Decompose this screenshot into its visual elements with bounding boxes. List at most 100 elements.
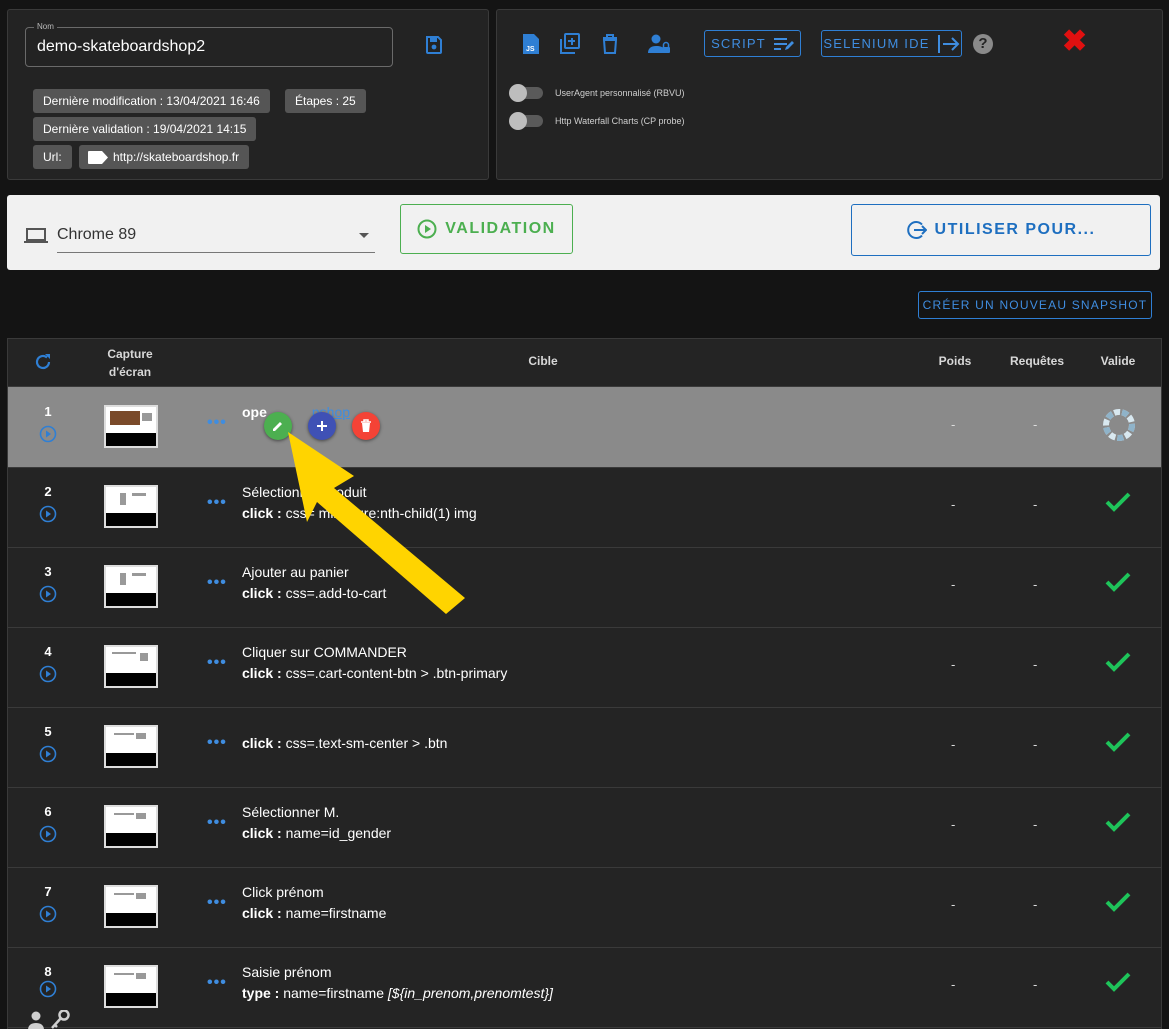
screenshot-thumbnail[interactable] <box>104 805 158 848</box>
screenshot-thumbnail[interactable] <box>104 485 158 528</box>
step-number: 8 <box>44 964 52 979</box>
delete-icon[interactable] <box>601 33 619 60</box>
step-number: 2 <box>44 484 52 499</box>
use-for-button[interactable]: UTILISER POUR... <box>851 204 1151 256</box>
edit-step-button[interactable] <box>264 412 292 440</box>
url-value: http://skateboardshop.fr <box>113 150 240 164</box>
requests-value: - <box>1033 657 1038 672</box>
screenshot-thumbnail[interactable] <box>104 645 158 688</box>
duplicate-icon[interactable] <box>559 33 581 60</box>
play-circle-icon[interactable] <box>39 585 57 608</box>
table-row[interactable]: 2 ••• Sélectionner produit click : css= … <box>8 467 1161 548</box>
toggle-knob <box>509 84 527 102</box>
screenshot-header-line1: Capture <box>107 347 153 361</box>
play-circle-icon[interactable] <box>39 505 57 528</box>
table-row[interactable]: 1 ••• ope nshop - - <box>8 387 1161 468</box>
step-command: click : css=.cart-content-btn > .btn-pri… <box>242 665 507 681</box>
play-circle-icon[interactable] <box>39 665 57 688</box>
script-button[interactable]: SCRIPT <box>704 30 801 57</box>
screenshot-header-line2: d'écran <box>108 365 152 379</box>
export-arrow-icon <box>937 34 959 53</box>
browser-select-value: Chrome 89 <box>57 226 137 243</box>
step-number: 7 <box>44 884 52 899</box>
scenario-name-label: Nom <box>34 22 57 31</box>
refresh-icon[interactable] <box>33 352 53 377</box>
more-options-icon[interactable]: ••• <box>207 414 227 432</box>
scenario-info-panel: Nom demo-skateboardshop2 Dernière modifi… <box>7 9 489 180</box>
add-step-button[interactable] <box>308 412 336 440</box>
useragent-toggle[interactable] <box>509 84 543 102</box>
table-row[interactable]: 6 ••• Sélectionner M. click : name=id_ge… <box>8 787 1161 868</box>
requests-value: - <box>1033 897 1038 912</box>
table-row[interactable]: 5 ••• click : css=.text-sm-center > .btn… <box>8 707 1161 788</box>
more-options-icon[interactable]: ••• <box>207 574 227 592</box>
command-value: name=firstname <box>285 905 387 921</box>
play-circle-icon[interactable] <box>39 980 57 1003</box>
table-row[interactable]: 4 ••• Cliquer sur COMMANDER click : css=… <box>8 627 1161 708</box>
create-snapshot-button[interactable]: CRÉER UN NOUVEAU SNAPSHOT <box>918 291 1152 319</box>
command-value: css=.text-sm-center > .btn <box>285 735 448 751</box>
command-keyword: click : <box>242 825 282 841</box>
more-options-icon[interactable]: ••• <box>207 734 227 752</box>
more-options-icon[interactable]: ••• <box>207 974 227 992</box>
trash-icon <box>361 419 371 432</box>
check-icon <box>1105 571 1131 598</box>
selenium-ide-button[interactable]: SELENIUM IDE <box>821 30 962 57</box>
target-header: Cible <box>528 354 558 368</box>
validation-button-label: VALIDATION <box>445 220 556 237</box>
command-variable: [${in_prenom,prenomtest}] <box>387 985 553 1001</box>
step-number: 1 <box>44 404 52 419</box>
weight-header: Poids <box>938 354 972 368</box>
more-options-icon[interactable]: ••• <box>207 654 227 672</box>
browser-select[interactable]: Chrome 89 <box>57 222 375 253</box>
close-icon[interactable]: ✖ <box>1062 27 1087 57</box>
play-circle-icon[interactable] <box>39 825 57 848</box>
last-modified-badge: Dernière modification : 13/04/2021 16:46 <box>33 89 270 113</box>
steps-table: Capture d'écran Cible Poids Requêtes Val… <box>7 338 1162 1029</box>
more-options-icon[interactable]: ••• <box>207 814 227 832</box>
help-icon[interactable]: ? <box>973 34 993 54</box>
scenario-name-value[interactable]: demo-skateboardshop2 <box>37 38 205 56</box>
requests-value: - <box>1033 817 1038 832</box>
laptop-icon <box>24 228 48 249</box>
step-number: 4 <box>44 644 52 659</box>
command-keyword: type : <box>242 985 280 1001</box>
more-options-icon[interactable]: ••• <box>207 494 227 512</box>
step-command: click : name=firstname <box>242 905 386 921</box>
weight-value: - <box>951 977 956 992</box>
more-options-icon[interactable]: ••• <box>207 894 227 912</box>
requests-value: - <box>1033 737 1038 752</box>
script-button-label: SCRIPT <box>711 36 766 51</box>
scenario-name-field[interactable]: Nom demo-skateboardshop2 <box>25 22 393 67</box>
step-title: Sélectionner produit <box>242 484 367 500</box>
command-keyword: click : <box>242 905 282 921</box>
pencil-icon <box>273 422 282 431</box>
play-circle-icon[interactable] <box>39 425 57 448</box>
screenshot-thumbnail[interactable] <box>104 565 158 608</box>
edit-list-icon <box>773 37 794 50</box>
weight-value: - <box>951 737 956 752</box>
screenshot-thumbnail[interactable] <box>104 965 158 1008</box>
command-keyword: click : <box>242 665 282 681</box>
js-file-icon[interactable]: JS <box>521 33 541 60</box>
command-value: css=.add-to-cart <box>285 585 387 601</box>
delete-step-button[interactable] <box>352 412 380 440</box>
check-icon <box>1105 811 1131 838</box>
validation-button[interactable]: VALIDATION <box>400 204 573 254</box>
play-circle-icon[interactable] <box>39 745 57 768</box>
table-row[interactable]: 7 ••• Click prénom click : name=firstnam… <box>8 867 1161 948</box>
step-number: 6 <box>44 804 52 819</box>
table-row[interactable]: 8 ••• Saisie prénom type : name=firstnam… <box>8 947 1161 1029</box>
screenshot-thumbnail[interactable] <box>104 725 158 768</box>
weight-value: - <box>951 657 956 672</box>
step-title: Click prénom <box>242 884 324 900</box>
table-row[interactable]: 3 ••• Ajouter au panier click : css=.add… <box>8 547 1161 628</box>
save-icon[interactable] <box>424 35 444 60</box>
url-badge[interactable]: http://skateboardshop.fr <box>79 145 250 169</box>
chevron-down-icon <box>359 233 369 238</box>
screenshot-thumbnail[interactable] <box>104 885 158 928</box>
screenshot-thumbnail[interactable] <box>104 405 158 448</box>
waterfall-toggle[interactable] <box>509 112 543 130</box>
play-circle-icon[interactable] <box>39 905 57 928</box>
user-lock-icon[interactable] <box>647 33 671 60</box>
